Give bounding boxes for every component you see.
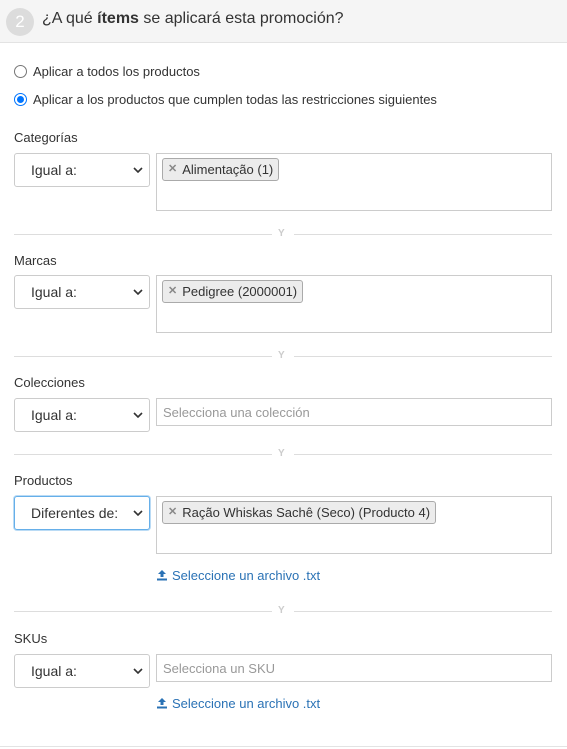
option-restricted-label: Aplicar a los productos que cumplen toda… bbox=[33, 91, 437, 107]
productos-upload-link[interactable]: Seleccione un archivo .txt bbox=[156, 567, 320, 583]
productos-tag: ✕ Ração Whiskas Sachê (Seco) (Producto 4… bbox=[162, 501, 437, 524]
chevron-down-icon bbox=[133, 154, 143, 186]
categorias-tag-label: Alimentação (1) bbox=[182, 162, 274, 177]
productos-upload-label: Seleccione un archivo .txt bbox=[172, 567, 321, 583]
remove-tag-icon[interactable]: ✕ bbox=[168, 281, 177, 302]
remove-tag-icon[interactable]: ✕ bbox=[168, 502, 177, 523]
skus-search-input[interactable]: Selecciona un SKU bbox=[156, 654, 552, 682]
and-divider: Y bbox=[14, 228, 552, 240]
section-title: ¿A qué ítems se aplicará esta promoción? bbox=[42, 10, 344, 28]
chevron-down-icon bbox=[133, 399, 143, 431]
marcas-operator-value: Igual a: bbox=[31, 284, 77, 300]
divider-line bbox=[14, 611, 272, 612]
marcas-tag: ✕ Pedigree (2000001) bbox=[162, 280, 304, 303]
title-prefix: ¿A qué bbox=[42, 10, 98, 27]
categorias-label: Categorías bbox=[14, 130, 78, 145]
section-bottom-border bbox=[0, 746, 567, 747]
upload-icon bbox=[157, 698, 167, 709]
productos-label: Productos bbox=[14, 473, 73, 488]
marcas-tag-label: Pedigree (2000001) bbox=[182, 284, 298, 299]
skus-label: SKUs bbox=[14, 631, 48, 646]
option-restricted[interactable]: Aplicar a los productos que cumplen toda… bbox=[14, 91, 437, 107]
colecciones-placeholder: Selecciona una colección bbox=[163, 405, 310, 420]
divider-line bbox=[294, 611, 552, 612]
title-bold: ítems bbox=[97, 10, 139, 27]
divider-line bbox=[14, 356, 272, 357]
marcas-tag-input[interactable]: ✕ Pedigree (2000001) bbox=[156, 275, 552, 333]
chevron-down-icon bbox=[133, 276, 143, 308]
colecciones-label: Colecciones bbox=[14, 375, 85, 390]
divider-label: Y bbox=[278, 228, 285, 239]
skus-upload-link[interactable]: Seleccione un archivo .txt bbox=[156, 695, 320, 711]
divider-label: Y bbox=[278, 605, 285, 616]
divider-label: Y bbox=[278, 448, 285, 459]
radio-all[interactable] bbox=[14, 64, 27, 78]
title-suffix: se aplicará esta promoción? bbox=[138, 10, 344, 27]
skus-placeholder: Selecciona un SKU bbox=[163, 661, 276, 676]
upload-icon bbox=[157, 570, 167, 581]
option-all-label: Aplicar a todos los productos bbox=[33, 63, 200, 79]
categorias-operator-value: Igual a: bbox=[31, 162, 77, 178]
remove-tag-icon[interactable]: ✕ bbox=[168, 159, 177, 180]
productos-tag-input[interactable]: ✕ Ração Whiskas Sachê (Seco) (Producto 4… bbox=[156, 496, 552, 554]
section-header: 2 ¿A qué ítems se aplicará esta promoció… bbox=[0, 0, 567, 43]
chevron-down-icon bbox=[133, 497, 143, 529]
colecciones-search-input[interactable]: Selecciona una colección bbox=[156, 398, 552, 426]
colecciones-operator-select[interactable]: Igual a: bbox=[14, 398, 150, 432]
categorias-tag-input[interactable]: ✕ Alimentação (1) bbox=[156, 153, 552, 211]
categorias-operator-select[interactable]: Igual a: bbox=[14, 153, 150, 187]
productos-tag-label: Ração Whiskas Sachê (Seco) (Producto 4) bbox=[182, 505, 431, 520]
divider-line bbox=[14, 454, 272, 455]
divider-line bbox=[14, 234, 272, 235]
and-divider: Y bbox=[14, 350, 552, 362]
divider-label: Y bbox=[278, 350, 285, 361]
categorias-tag: ✕ Alimentação (1) bbox=[162, 158, 280, 181]
divider-line bbox=[294, 356, 552, 357]
and-divider: Y bbox=[14, 448, 552, 460]
skus-operator-select[interactable]: Igual a: bbox=[14, 654, 150, 688]
divider-line bbox=[294, 454, 552, 455]
divider-line bbox=[294, 234, 552, 235]
radio-restricted[interactable] bbox=[14, 92, 27, 106]
step-number: 2 bbox=[6, 8, 34, 36]
productos-operator-select[interactable]: Diferentes de: bbox=[14, 496, 150, 530]
skus-upload-label: Seleccione un archivo .txt bbox=[172, 695, 321, 711]
colecciones-operator-value: Igual a: bbox=[31, 407, 77, 423]
and-divider: Y bbox=[14, 605, 552, 617]
chevron-down-icon bbox=[133, 655, 143, 687]
option-all[interactable]: Aplicar a todos los productos bbox=[14, 63, 200, 79]
skus-operator-value: Igual a: bbox=[31, 663, 77, 679]
marcas-label: Marcas bbox=[14, 253, 57, 268]
productos-operator-value: Diferentes de: bbox=[31, 505, 119, 521]
marcas-operator-select[interactable]: Igual a: bbox=[14, 275, 150, 309]
